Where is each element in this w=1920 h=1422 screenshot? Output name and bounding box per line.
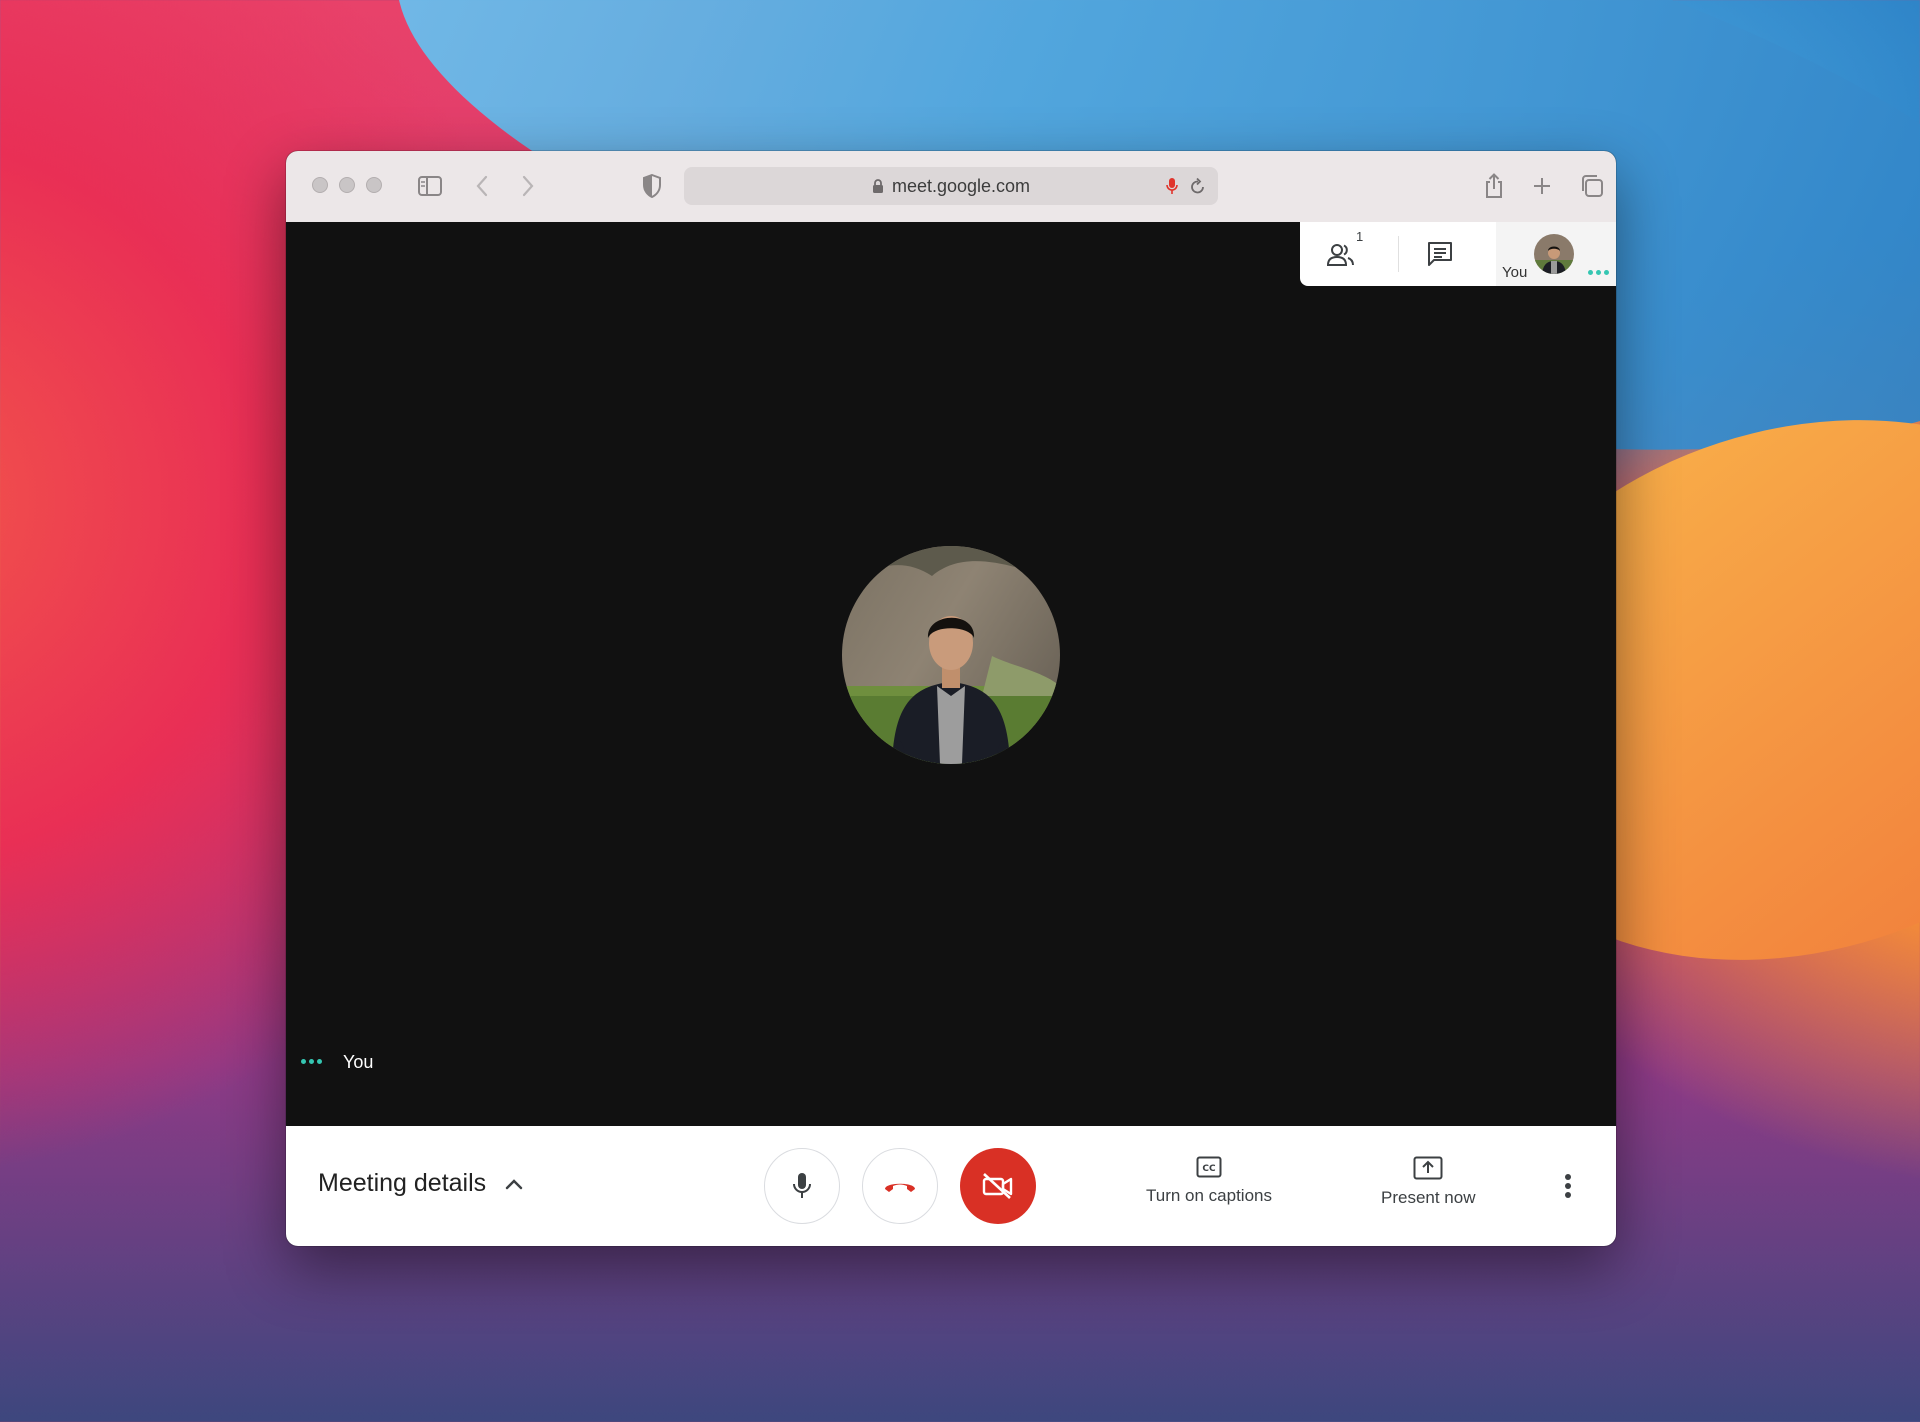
forward-icon[interactable] (513, 171, 543, 201)
mic-icon (793, 1173, 811, 1198)
more-vert-icon (1565, 1174, 1571, 1198)
shield-icon[interactable] (637, 171, 667, 201)
self-preview-tile[interactable]: You (1496, 222, 1616, 286)
microphone-button[interactable] (764, 1148, 840, 1224)
new-tab-icon[interactable] (1527, 171, 1557, 201)
chat-icon (1428, 242, 1452, 266)
tabs-overview-icon[interactable] (1577, 171, 1607, 201)
panel-divider (1398, 236, 1399, 272)
meeting-details-label: Meeting details (318, 1169, 487, 1197)
present-now-button[interactable]: Present now (1381, 1156, 1476, 1208)
meeting-stage: 1 You You (286, 222, 1616, 1126)
back-icon[interactable] (467, 171, 497, 201)
minimize-window-button[interactable] (339, 177, 355, 193)
more-options-button[interactable] (1552, 1166, 1584, 1206)
close-window-button[interactable] (312, 177, 328, 193)
camera-off-icon (982, 1173, 1013, 1199)
meeting-controls-bar: Meeting details CC Turn on captions Pres… (286, 1126, 1616, 1246)
leave-call-button[interactable] (862, 1148, 938, 1224)
svg-text:CC: CC (1202, 1164, 1216, 1174)
mic-recording-icon[interactable] (1166, 177, 1178, 200)
participant-avatar (842, 546, 1060, 764)
participant-count: 1 (1356, 229, 1364, 244)
present-icon (1413, 1156, 1443, 1180)
chevron-up-icon (505, 1178, 523, 1189)
chat-button[interactable] (1410, 232, 1470, 276)
speaking-indicator (301, 1059, 322, 1064)
url-text: meet.google.com (891, 175, 1031, 196)
sidebar-icon[interactable] (415, 171, 445, 201)
captions-button[interactable]: CC Turn on captions (1146, 1156, 1272, 1206)
participant-name: You (343, 1052, 374, 1072)
meeting-details-button[interactable]: Meeting details (318, 1169, 524, 1198)
address-bar[interactable]: meet.google.com (684, 167, 1218, 205)
people-icon (1326, 244, 1354, 266)
zoom-window-button[interactable] (366, 177, 382, 193)
speaking-indicator (1588, 270, 1609, 275)
captions-icon: CC (1196, 1156, 1222, 1178)
browser-toolbar: meet.google.com (286, 151, 1616, 223)
top-right-panel: 1 You (1300, 222, 1616, 286)
present-now-label: Present now (1381, 1188, 1476, 1207)
self-preview-label: You (1502, 264, 1528, 281)
avatar (1534, 234, 1574, 274)
browser-window: meet.google.com 1 You You Meeting detail… (286, 151, 1616, 1246)
hangup-icon (885, 1183, 915, 1192)
captions-label: Turn on captions (1146, 1186, 1272, 1205)
reload-icon[interactable] (1190, 177, 1206, 200)
share-icon[interactable] (1479, 171, 1509, 201)
participants-button[interactable]: 1 (1312, 229, 1372, 276)
lock-icon (872, 178, 883, 193)
camera-toggle-button[interactable] (960, 1148, 1036, 1224)
